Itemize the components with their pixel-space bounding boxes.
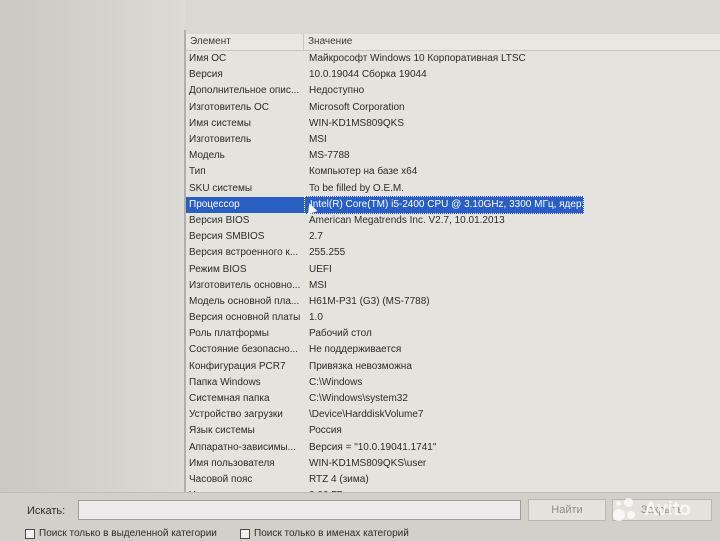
row-element-cell: Тип xyxy=(189,166,206,178)
row-value-cell: Intel(R) Core(TM) i5-2400 CPU @ 3.10GHz,… xyxy=(304,195,584,214)
row-value-cell: Версия = "10.0.19041.1741" xyxy=(309,441,437,453)
table-row[interactable]: Системная папка C:\Windows\system32 xyxy=(186,391,720,407)
table-row[interactable]: Язык системы Россия xyxy=(186,423,720,439)
column-header-element[interactable]: Элемент xyxy=(186,34,304,50)
table-row[interactable]: Имя системы WIN-KD1MS809QKS xyxy=(186,116,720,132)
row-element-cell: Изготовитель основно... xyxy=(189,279,301,291)
table-row[interactable]: Версия 10.0.19044 Сборка 19044 xyxy=(186,67,720,83)
row-element-cell: Системная папка xyxy=(189,393,270,405)
row-element-cell: Версия xyxy=(189,69,223,81)
row-element-cell: Модель основной пла... xyxy=(189,295,300,307)
row-element-cell: Папка Windows xyxy=(189,376,261,388)
table-row[interactable]: Аппаратно-зависимы... Версия = "10.0.1904… xyxy=(186,440,720,456)
table-row[interactable]: Тип Компьютер на базе x64 xyxy=(186,164,720,180)
row-value-cell: Привязка невозможна xyxy=(309,360,412,372)
row-value-cell: Не поддерживается xyxy=(309,344,402,356)
row-value-cell: Россия xyxy=(309,425,342,437)
checkbox-icon[interactable] xyxy=(25,528,35,539)
row-element-cell: Устройство загрузки xyxy=(189,409,283,421)
checkbox-icon[interactable] xyxy=(240,528,250,539)
table-row[interactable]: Модель MS-7788 xyxy=(186,148,720,164)
row-value-cell: MSI xyxy=(309,279,327,291)
table-row[interactable]: Роль платформы Рабочий стол xyxy=(186,326,720,342)
row-element-cell: Дополнительное опис... xyxy=(189,85,300,97)
selected-category-checkbox[interactable]: Поиск только в выделенной категории xyxy=(25,528,217,539)
category-names-label: Поиск только в именах категорий xyxy=(254,528,409,539)
table-row[interactable]: Версия основной платы 1.0 xyxy=(186,310,720,326)
row-value-cell: \Device\HarddiskVolume7 xyxy=(309,409,424,421)
row-element-cell: SKU системы xyxy=(189,182,253,194)
search-input[interactable] xyxy=(78,500,521,520)
row-value-cell: Microsoft Corporation xyxy=(309,101,405,113)
row-value-cell: 1.0 xyxy=(309,312,323,324)
row-value-cell: 10.0.19044 Сборка 19044 xyxy=(309,69,427,81)
table-row[interactable]: Конфигурация PCR7 Привязка невозможна xyxy=(186,359,720,375)
row-value-cell: MSI xyxy=(309,134,327,146)
table-row[interactable]: Изготовитель ОС Microsoft Corporation xyxy=(186,100,720,116)
table-row[interactable]: Режим BIOS UEFI xyxy=(186,261,720,277)
row-element-cell: Имя системы xyxy=(189,117,251,129)
row-value-cell: RTZ 4 (зима) xyxy=(309,473,369,485)
table-row[interactable]: Изготовитель основно... MSI xyxy=(186,278,720,294)
row-element-cell: Изготовитель ОС xyxy=(189,101,269,113)
row-value-cell: H61M-P31 (G3) (MS-7788) xyxy=(309,295,430,307)
row-element-cell: Имя пользователя xyxy=(189,457,275,469)
row-element-cell: Версия BIOS xyxy=(189,214,250,226)
row-value-cell: C:\Windows\system32 xyxy=(309,393,408,405)
row-value-cell: WIN-KD1MS809QKS\user xyxy=(309,457,427,469)
category-names-checkbox[interactable]: Поиск только в именах категорий xyxy=(240,528,409,539)
row-value-cell: WIN-KD1MS809QKS xyxy=(309,117,405,129)
row-value-cell: Майкрософт Windows 10 Корпоративная LTSC xyxy=(309,53,526,65)
row-element-cell: Аппаратно-зависимы... xyxy=(189,441,296,453)
row-value-cell: UEFI xyxy=(309,263,332,275)
system-info-table: Элемент Значение Имя ОС Майкрософт Window… xyxy=(186,34,720,492)
table-body: Имя ОС Майкрософт Windows 10 Корпоративна… xyxy=(186,51,720,492)
row-element-cell: Модель xyxy=(189,150,225,162)
row-element-cell: Имя ОС xyxy=(189,53,227,65)
table-row[interactable]: Состояние безопасно... Не поддерживается xyxy=(186,342,720,358)
table-row[interactable]: Версия встроенного к... 255.255 xyxy=(186,245,720,261)
table-row[interactable]: Модель основной пла... H61M-P31 (G3) (MS-… xyxy=(186,294,720,310)
row-element-cell: Язык системы xyxy=(189,425,255,437)
table-row[interactable]: SKU системы To be filled by O.E.M. xyxy=(186,181,720,197)
row-element-cell: Роль платформы xyxy=(189,328,269,340)
row-value-cell: 2.7 xyxy=(309,231,323,243)
table-row[interactable]: Дополнительное опис... Недоступно xyxy=(186,83,720,99)
table-row[interactable]: Имя ОС Майкрософт Windows 10 Корпоративна… xyxy=(186,51,720,67)
column-header-value[interactable]: Значение xyxy=(304,34,720,50)
row-value-cell: Недоступно xyxy=(309,85,365,97)
row-value-cell: To be filled by O.E.M. xyxy=(309,182,405,194)
table-row[interactable]: Версия BIOS American Megatrends Inc. V2.7… xyxy=(186,213,720,229)
row-value-cell: American Megatrends Inc. V2.7, 10.01.201… xyxy=(309,214,505,226)
avito-logo-icon xyxy=(612,496,640,524)
table-row[interactable]: Имя пользователя WIN-KD1MS809QKS\user xyxy=(186,456,720,472)
row-element-cell: Версия встроенного к... xyxy=(189,247,299,259)
search-label: Искать: xyxy=(27,505,66,517)
row-element-cell: Изготовитель xyxy=(189,134,252,146)
row-value-cell: 255.255 xyxy=(309,247,346,259)
row-element-cell: Конфигурация PCR7 xyxy=(189,360,286,372)
category-tree-pane[interactable] xyxy=(0,0,185,492)
row-element-cell: Часовой пояс xyxy=(189,473,253,485)
watermark-text: Avito xyxy=(644,499,691,520)
table-header: Элемент Значение xyxy=(186,34,720,51)
row-element-cell: Состояние безопасно... xyxy=(189,344,299,356)
find-button[interactable]: Найти xyxy=(528,499,606,521)
table-row[interactable]: Процессор Intel(R) Core(TM) i5-2400 CPU @… xyxy=(186,195,720,214)
row-element-cell: Версия основной платы xyxy=(189,312,301,324)
row-element-cell: Версия SMBIOS xyxy=(189,231,265,243)
table-row[interactable]: Папка Windows C:\Windows xyxy=(186,375,720,391)
row-value-cell: Рабочий стол xyxy=(309,328,372,340)
selected-category-label: Поиск только в выделенной категории xyxy=(39,528,217,539)
table-row[interactable]: Часовой пояс RTZ 4 (зима) xyxy=(186,472,720,488)
row-value-cell: MS-7788 xyxy=(309,150,350,162)
table-row[interactable]: Устройство загрузки \Device\HarddiskVolum… xyxy=(186,407,720,423)
table-row[interactable]: Версия SMBIOS 2.7 xyxy=(186,229,720,245)
row-element-cell: Процессор xyxy=(186,196,304,213)
avito-watermark: Avito xyxy=(612,496,691,524)
table-row[interactable]: Изготовитель MSI xyxy=(186,132,720,148)
row-value-cell: C:\Windows xyxy=(309,376,363,388)
row-value-cell: Компьютер на базе x64 xyxy=(309,166,418,178)
row-element-cell: Режим BIOS xyxy=(189,263,247,275)
